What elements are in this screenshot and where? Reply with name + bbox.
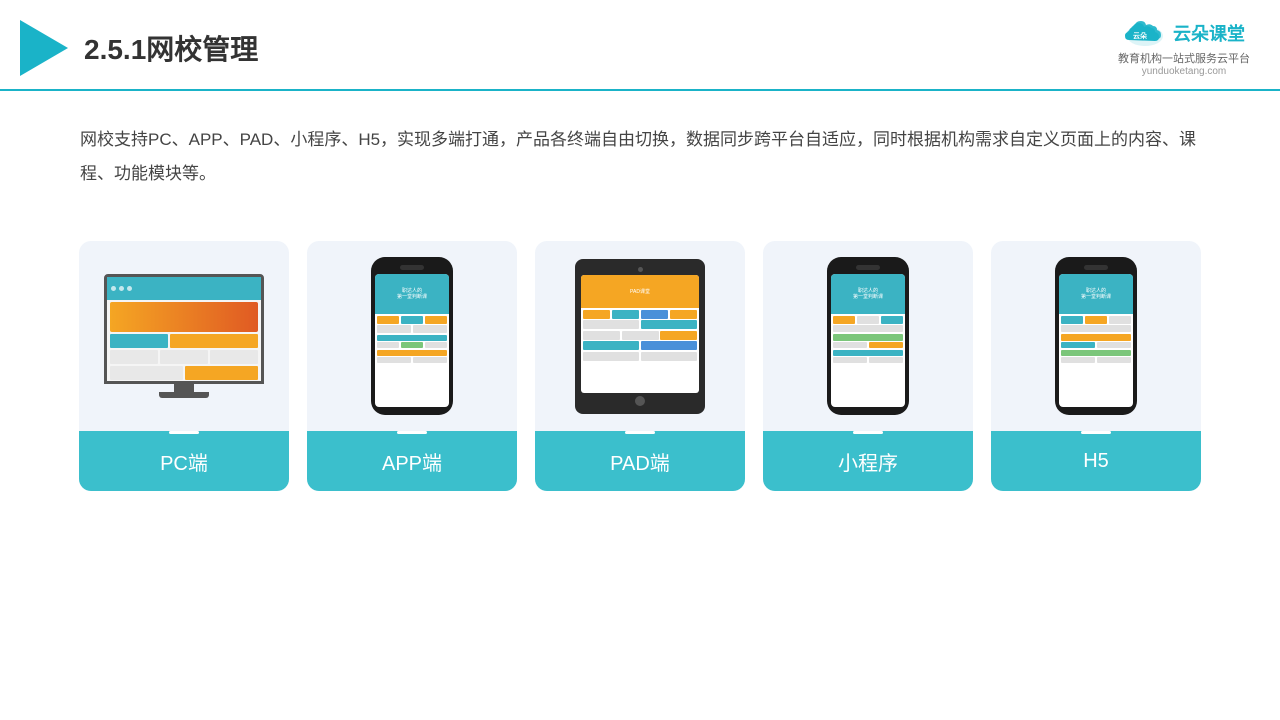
h5-screen: 职达人的第一堂判断课	[1059, 274, 1133, 407]
miniprogram-label: 小程序	[763, 431, 973, 491]
description-text: 网校支持PC、APP、PAD、小程序、H5，实现多端打通，产品各终端自由切换，数…	[0, 91, 1280, 211]
brand-logo: 云朵 云朵课堂	[1123, 18, 1245, 48]
h5-label: H5	[991, 431, 1201, 491]
pc-label: PC端	[79, 431, 289, 491]
miniprogram-image-area: 职达人的第一堂判断课	[763, 241, 973, 431]
app-phone-mockup: 职达人的第一堂判断课	[371, 257, 453, 415]
miniprogram-screen-text: 职达人的第一堂判断课	[853, 288, 883, 300]
brand-tagline: 教育机构一站式服务云平台	[1118, 50, 1250, 66]
app-screen: 职达人的第一堂判断课	[375, 274, 449, 407]
pad-label: PAD端	[535, 431, 745, 491]
page-title: 2.5.1网校管理	[84, 28, 258, 68]
h5-phone-mockup: 职达人的第一堂判断课	[1055, 257, 1137, 415]
pc-mockup	[99, 274, 269, 398]
header-left: 2.5.1网校管理	[20, 20, 258, 76]
tablet-home-btn	[635, 396, 645, 406]
pad-image-area: PAD课堂	[535, 241, 745, 431]
svg-text:云朵: 云朵	[1133, 31, 1148, 40]
app-label: APP端	[307, 431, 517, 491]
header: 2.5.1网校管理 云朵 云朵课堂 教育机构一站式服务云平台 yunduoket…	[0, 0, 1280, 91]
pad-tablet-mockup: PAD课堂	[575, 259, 705, 414]
tablet-camera	[638, 267, 643, 272]
app-screen-text: 职达人的第一堂判断课	[397, 288, 427, 300]
h5-screen-text: 职达人的第一堂判断课	[1081, 288, 1111, 300]
pad-screen-text: PAD课堂	[630, 288, 650, 295]
pc-image-area	[79, 241, 289, 431]
app-card: 职达人的第一堂判断课	[307, 241, 517, 491]
miniprogram-card: 职达人的第一堂判断课	[763, 241, 973, 491]
cloud-icon: 云朵	[1123, 18, 1167, 48]
h5-notch	[1084, 265, 1108, 270]
h5-card: 职达人的第一堂判断课	[991, 241, 1201, 491]
pc-screen	[104, 274, 264, 384]
phone-notch	[400, 265, 424, 270]
miniprogram-notch	[856, 265, 880, 270]
h5-image-area: 职达人的第一堂判断课	[991, 241, 1201, 431]
app-image-area: 职达人的第一堂判断课	[307, 241, 517, 431]
brand-url: yunduoketang.com	[1142, 66, 1227, 77]
pad-screen: PAD课堂	[581, 275, 699, 393]
miniprogram-phone-mockup: 职达人的第一堂判断课	[827, 257, 909, 415]
cards-container: PC端 职达人的第一堂判断课	[0, 221, 1280, 511]
pad-card: PAD课堂	[535, 241, 745, 491]
logo-triangle-icon	[20, 20, 68, 76]
pc-card: PC端	[79, 241, 289, 491]
brand-area: 云朵 云朵课堂 教育机构一站式服务云平台 yunduoketang.com	[1118, 18, 1250, 77]
brand-name: 云朵课堂	[1173, 20, 1245, 46]
miniprogram-screen: 职达人的第一堂判断课	[831, 274, 905, 407]
